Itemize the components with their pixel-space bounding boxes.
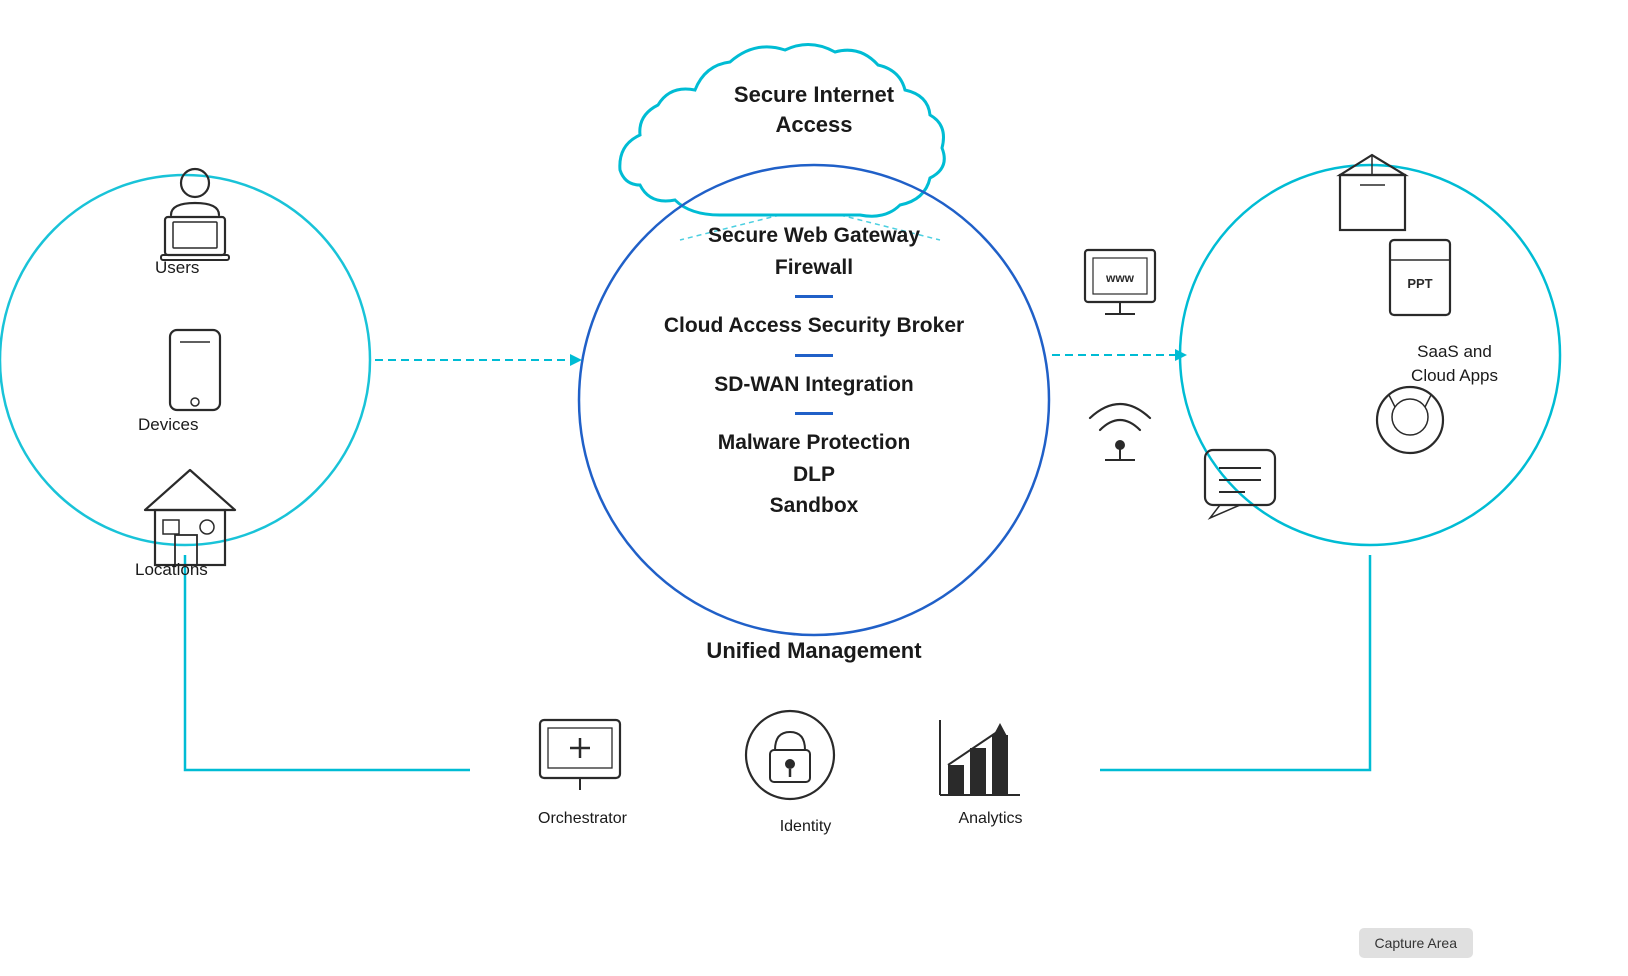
divider-3 [795, 412, 833, 415]
devices-icon [170, 330, 220, 410]
cloud-label: Secure Internet Access [704, 80, 924, 139]
saas-label: SaaS andCloud Apps [1411, 340, 1498, 388]
www-icon: www [1085, 250, 1155, 314]
users-icon [161, 169, 229, 260]
capture-area-badge: Capture Area [1359, 928, 1474, 958]
center-content: Secure Web Gateway Firewall Cloud Access… [599, 220, 1029, 522]
locations-icon [145, 470, 235, 565]
sandbox-text: Sandbox [599, 490, 1029, 522]
analytics-label: Analytics [948, 810, 1033, 828]
svg-text:www: www [1105, 271, 1135, 285]
orchestrator-icon [540, 720, 620, 790]
ppt-icon: PPT [1390, 240, 1450, 315]
locations-label: Locations [135, 560, 208, 580]
identity-icon [746, 711, 834, 799]
divider-2 [795, 354, 833, 357]
wifi-icon [1090, 404, 1150, 460]
chat-icon [1205, 450, 1275, 518]
unified-management-label: Unified Management [706, 638, 921, 664]
firewall-text: Firewall [599, 252, 1029, 284]
sdwan-text: SD-WAN Integration [599, 369, 1029, 401]
svg-text:PPT: PPT [1407, 276, 1432, 291]
swg-text: Secure Web Gateway [599, 220, 1029, 252]
analytics-icon [940, 720, 1020, 795]
malware-text: Malware Protection [599, 427, 1029, 459]
casb-text: Cloud Access Security Broker [599, 310, 1029, 342]
dlp-text: DLP [599, 459, 1029, 491]
devices-label: Devices [138, 415, 198, 435]
users-label: Users [155, 258, 199, 278]
github-icon [1377, 387, 1443, 453]
box-icon [1340, 155, 1405, 230]
divider-1 [795, 295, 833, 298]
identity-label: Identity [763, 818, 848, 836]
orchestrator-label: Orchestrator [530, 810, 635, 828]
diagram-container: www PPT [0, 0, 1628, 976]
